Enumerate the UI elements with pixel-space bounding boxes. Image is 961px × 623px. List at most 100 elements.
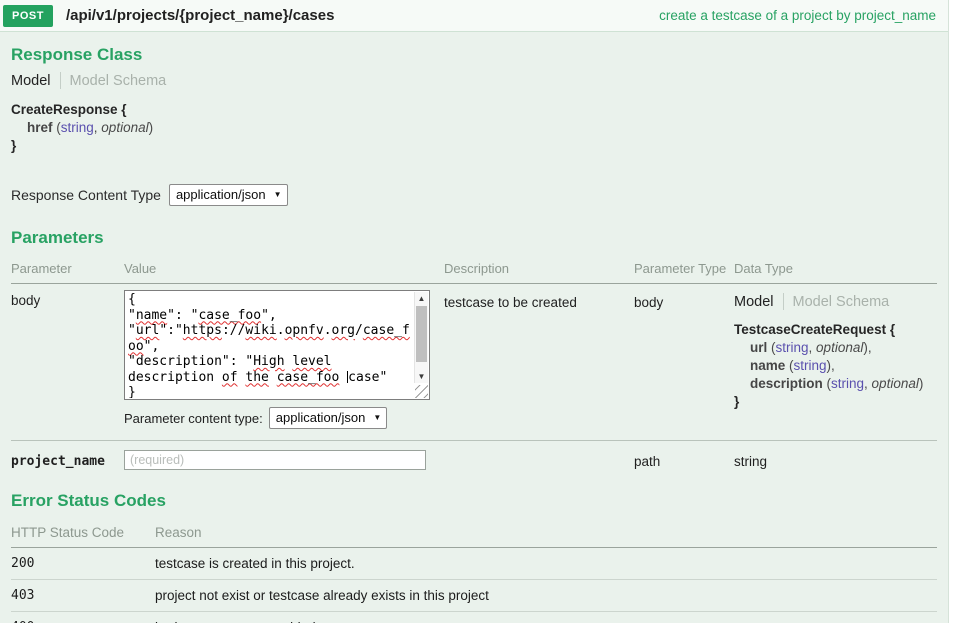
- data-type-project-name: string: [734, 450, 937, 469]
- editor-text-segment: ":": [159, 323, 182, 338]
- editor-text-segment: }: [128, 385, 136, 398]
- editor-text-segment: case": [348, 370, 387, 385]
- editor-line: }: [128, 385, 412, 398]
- param-value-cell: [124, 450, 444, 470]
- editor-text-segment: ": [128, 308, 136, 323]
- editor-line: {: [128, 292, 412, 308]
- editor-text-segment: https: [183, 323, 222, 338]
- editor-text-segment: [339, 370, 347, 385]
- editor-text-segment: oo: [128, 339, 144, 354]
- parameter-content-type-select[interactable]: application/json ▼: [269, 407, 388, 429]
- data-type-tabs: Model Model Schema: [734, 293, 937, 310]
- tab-model-schema[interactable]: Model Schema: [793, 294, 890, 310]
- model-signature-line: description (string, optional): [734, 375, 937, 393]
- col-data-type: Data Type: [734, 261, 937, 276]
- operation-panel: POST /api/v1/projects/{project_name}/cas…: [0, 0, 949, 623]
- model-signature-line: url (string, optional),: [734, 339, 937, 357]
- status-code-cell: 403: [11, 588, 155, 603]
- chevron-down-icon: ▼: [274, 190, 282, 199]
- tab-model[interactable]: Model: [11, 73, 51, 89]
- editor-line: "name": "case_foo",: [128, 308, 412, 324]
- editor-line: description of the case_foo case": [128, 370, 412, 386]
- col-value: Value: [124, 261, 444, 276]
- editor-text-segment: wiki: [245, 323, 276, 338]
- parameters-header-row: Parameter Value Description Parameter Ty…: [11, 257, 937, 284]
- editor-text-segment: name: [136, 308, 167, 323]
- response-content-type-label: Response Content Type: [11, 187, 161, 203]
- param-description-body: testcase to be created: [444, 293, 634, 429]
- scrollbar-thumb[interactable]: [416, 306, 427, 362]
- model-signature-line: CreateResponse {: [11, 101, 937, 119]
- parameters-title: Parameters: [11, 228, 937, 248]
- tab-model[interactable]: Model: [734, 294, 774, 310]
- tab-model-schema[interactable]: Model Schema: [70, 73, 167, 89]
- editor-text-segment: ",: [144, 339, 160, 354]
- editor-text-segment: url: [136, 323, 159, 338]
- resize-handle[interactable]: [415, 385, 428, 398]
- status-code-cell: 200: [11, 556, 155, 571]
- error-code-row: 200testcase is created in this project.: [11, 548, 937, 579]
- editor-text-segment: case_foo: [277, 370, 340, 385]
- col-reason: Reason: [155, 525, 937, 540]
- editor-line: oo",: [128, 339, 412, 355]
- model-signature-line: name (string),: [734, 357, 937, 375]
- response-model-signature: CreateResponse {href (string, optional)}: [11, 101, 937, 155]
- model-signature-line: TestcaseCreateRequest {: [734, 321, 937, 339]
- param-row-body: body {"name": "case_foo","url":"https://…: [11, 284, 937, 429]
- tab-separator: [60, 72, 61, 89]
- operation-heading: POST /api/v1/projects/{project_name}/cas…: [0, 0, 948, 32]
- response-content-type-select[interactable]: application/json ▼: [169, 184, 288, 206]
- editor-text-segment: /: [355, 323, 363, 338]
- editor-text-segment: ": [128, 323, 136, 338]
- project-name-input[interactable]: [124, 450, 426, 470]
- model-signature-line: href (string, optional): [11, 119, 937, 137]
- editor-line: "url":"https://wiki.opnfv.org/case_f: [128, 323, 412, 339]
- editor-text-segment: of: [222, 370, 238, 385]
- editor-text-segment: description: [128, 370, 222, 385]
- editor-text-segment: ": ": [167, 308, 198, 323]
- reason-cell: testcase is created in this project.: [155, 556, 937, 571]
- error-code-row: 400body or name not provided: [11, 611, 937, 623]
- editor-scrollbar[interactable]: ▲ ▼: [414, 292, 428, 383]
- param-name-body: body: [11, 293, 124, 429]
- editor-text-segment: level: [292, 354, 331, 369]
- editor-text-segment: .: [277, 323, 285, 338]
- editor-text-segment: .: [324, 323, 332, 338]
- error-codes-rows: 200testcase is created in this project.4…: [11, 548, 937, 623]
- scroll-down-button[interactable]: ▼: [415, 370, 428, 383]
- response-content-type-row: Response Content Type application/json ▼: [11, 184, 937, 206]
- chevron-down-icon: ▼: [373, 413, 381, 422]
- col-http-status-code: HTTP Status Code: [11, 525, 155, 540]
- param-name-project-name: project_name: [11, 450, 124, 469]
- editor-text-segment: case_foo: [198, 308, 261, 323]
- editor-text-segment: case_f: [363, 323, 410, 338]
- http-method-badge: POST: [3, 5, 53, 27]
- operation-summary-link[interactable]: create a testcase of a project by projec…: [659, 8, 936, 23]
- body-value-editor[interactable]: {"name": "case_foo","url":"https://wiki.…: [124, 290, 430, 400]
- error-codes-header-row: HTTP Status Code Reason: [11, 519, 937, 548]
- tab-separator: [783, 293, 784, 310]
- request-model-signature: TestcaseCreateRequest {url (string, opti…: [734, 321, 937, 411]
- endpoint-path-link[interactable]: /api/v1/projects/{project_name}/cases: [66, 7, 334, 24]
- editor-text-segment: opnfv: [285, 323, 324, 338]
- parameter-content-type-value: application/json: [276, 410, 366, 425]
- scroll-up-button[interactable]: ▲: [415, 292, 428, 305]
- response-class-title: Response Class: [11, 45, 937, 65]
- editor-text-segment: {: [128, 292, 136, 307]
- editor-text-segment: ://: [222, 323, 245, 338]
- parameter-content-type-row: Parameter content type: application/json…: [124, 407, 444, 429]
- col-parameter: Parameter: [11, 261, 124, 276]
- error-code-row: 403project not exist or testcase already…: [11, 579, 937, 611]
- param-type-project-name: path: [634, 450, 734, 469]
- editor-text-segment: the: [245, 370, 268, 385]
- parameter-content-type-label: Parameter content type:: [124, 411, 263, 426]
- param-value-cell: {"name": "case_foo","url":"https://wiki.…: [124, 293, 444, 429]
- response-class-tabs: Model Model Schema: [11, 72, 937, 89]
- operation-content: Response Class Model Model Schema Create…: [0, 45, 948, 623]
- reason-cell: project not exist or testcase already ex…: [155, 588, 937, 603]
- model-signature-line: }: [734, 393, 937, 411]
- col-description: Description: [444, 261, 634, 276]
- editor-text-segment: High: [253, 354, 284, 369]
- data-type-cell: Model Model Schema TestcaseCreateRequest…: [734, 293, 937, 429]
- body-editor-text[interactable]: {"name": "case_foo","url":"https://wiki.…: [128, 292, 412, 398]
